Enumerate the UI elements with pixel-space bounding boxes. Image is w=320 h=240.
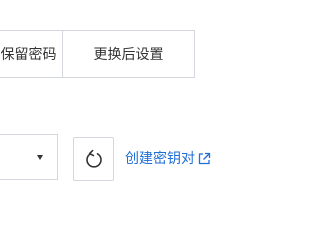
chevron-down-icon	[37, 155, 43, 160]
refresh-icon	[85, 149, 102, 168]
keep-password-option-label: 保留密码	[0, 47, 57, 63]
change-later-option-label: 更换后设置	[93, 47, 164, 63]
password-option-group: 保留密码 更换后设置	[0, 30, 195, 78]
change-later-option[interactable]: 更换后设置	[63, 31, 194, 77]
keep-password-option[interactable]: 保留密码	[0, 31, 63, 77]
refresh-button[interactable]	[73, 137, 114, 181]
key-pair-select[interactable]	[0, 134, 58, 180]
page: 保留密码 更换后设置 创建密钥对	[0, 0, 300, 225]
external-link-icon	[198, 152, 211, 165]
create-key-pair-link[interactable]: 创建密钥对	[125, 148, 211, 168]
create-key-pair-link-label: 创建密钥对	[125, 151, 195, 167]
